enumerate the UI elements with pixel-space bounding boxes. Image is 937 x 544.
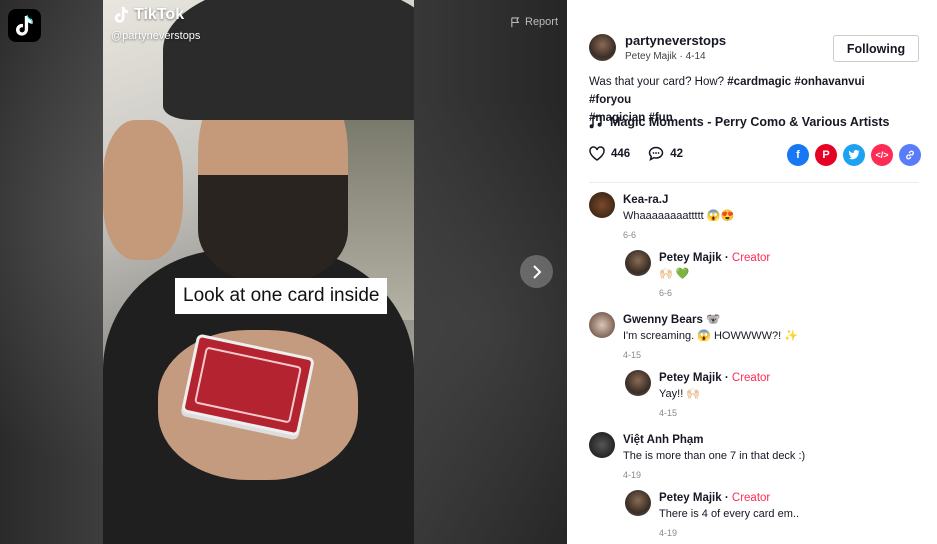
twitter-share-button[interactable]: [843, 144, 865, 166]
embed-share-button[interactable]: </>: [871, 144, 893, 166]
report-label: Report: [525, 16, 559, 28]
video-stage: TikTok @partyneverstops Look at one card…: [0, 0, 567, 544]
comment-text: Whaaaaaaaattttt 😱😍: [623, 210, 735, 222]
like-count: 446: [611, 147, 631, 160]
tiktok-note-icon: [114, 7, 129, 23]
comment-text: The is more than one 7 in that deck :): [623, 450, 806, 462]
music-title: Magic Moments - Perry Como & Various Art…: [610, 115, 890, 129]
tiktok-watermark: TikTok: [114, 6, 184, 24]
share-buttons: f P </>: [787, 144, 921, 166]
section-divider: [589, 182, 919, 183]
comments-list: Kea-ra.J Whaaaaaaaattttt 😱😍 6-6 Petey Ma…: [589, 192, 919, 540]
reply-date: 4-19: [659, 528, 678, 538]
pinterest-share-button[interactable]: P: [815, 144, 837, 166]
commenter-avatar[interactable]: [589, 312, 615, 338]
commenter-avatar[interactable]: [589, 432, 615, 458]
flag-icon: [511, 16, 520, 27]
comment-icon: [648, 146, 664, 161]
description-text: Was that your card? How?: [589, 76, 728, 88]
commenter-name[interactable]: Gwenny Bears 🐨: [623, 312, 798, 328]
details-panel: partyneverstops Petey Majik · 4-14 Follo…: [567, 0, 937, 544]
creator-badge: Creator: [731, 372, 771, 384]
video-person-hand-raised: [103, 120, 183, 260]
comment-button[interactable]: 42: [648, 146, 683, 161]
pinterest-icon: P: [822, 149, 830, 161]
watermark-brand: TikTok: [134, 6, 185, 23]
reply-author: Petey Majik · Creator: [659, 492, 771, 504]
creator-avatar[interactable]: [625, 370, 651, 396]
comment-date: 4-19: [623, 470, 642, 480]
following-button[interactable]: Following: [833, 35, 919, 62]
reply-author: Petey Majik · Creator: [659, 252, 771, 264]
comment-reply: Petey Majik · Creator There is 4 of ever…: [625, 490, 919, 540]
hashtag-link[interactable]: #cardmagic: [727, 76, 791, 88]
comment-reply: Petey Majik · Creator Yay!! 🙌🏻 4-15: [625, 370, 919, 420]
creator-avatar[interactable]: [625, 250, 651, 276]
commenter-name[interactable]: Kea-ra.J: [623, 192, 734, 208]
author-username[interactable]: partyneverstops: [625, 33, 726, 48]
comment-item: Gwenny Bears 🐨 I'm screaming. 😱 HOWWWW?!…: [589, 312, 919, 362]
music-link[interactable]: Magic Moments - Perry Como & Various Art…: [589, 115, 889, 129]
comment-text: I'm screaming. 😱 HOWWWW?! ✨: [623, 330, 798, 342]
report-button[interactable]: Report: [510, 16, 558, 28]
tiktok-logo-icon[interactable]: [8, 9, 41, 42]
creator-avatar[interactable]: [625, 490, 651, 516]
video-person-hat: [163, 0, 414, 120]
reply-date: 6-6: [659, 288, 673, 298]
like-button[interactable]: 446: [589, 146, 630, 161]
twitter-icon: [848, 150, 860, 160]
reply-author: Petey Majik · Creator: [659, 372, 771, 384]
video-caption: Look at one card inside: [175, 278, 388, 314]
reply-author-name[interactable]: Petey Majik: [659, 372, 722, 384]
creator-badge: Creator: [731, 252, 771, 264]
reply-author-name[interactable]: Petey Majik: [659, 252, 722, 264]
link-icon: [906, 150, 914, 160]
heart-icon: [589, 146, 605, 161]
reply-author-name[interactable]: Petey Majik: [659, 492, 722, 504]
facebook-share-button[interactable]: f: [787, 144, 809, 166]
video-player[interactable]: [103, 0, 414, 544]
video-person-beard: [198, 175, 348, 285]
comment-item: Kea-ra.J Whaaaaaaaattttt 😱😍 6-6: [589, 192, 919, 242]
next-video-button[interactable]: [520, 255, 553, 288]
chevron-right-icon: [532, 264, 541, 279]
copy-link-button[interactable]: [899, 144, 921, 166]
engagement-stats: 446 42: [589, 146, 693, 161]
embed-icon: </>: [875, 150, 889, 160]
commenter-name[interactable]: Việt Anh Phạm: [623, 432, 805, 448]
hashtag-link[interactable]: #foryou: [589, 94, 631, 106]
comment-date: 4-15: [623, 350, 642, 360]
comment-item: Việt Anh Phạm The is more than one 7 in …: [589, 432, 919, 482]
author-avatar[interactable]: [589, 34, 616, 61]
hashtag-link[interactable]: #onhavanvui: [794, 76, 864, 88]
comment-date: 6-6: [623, 230, 637, 240]
reply-text: 🙌🏻 💚: [659, 268, 690, 280]
author-header[interactable]: partyneverstops Petey Majik · 4-14: [589, 33, 726, 62]
reply-text: There is 4 of every card em..: [659, 508, 799, 520]
watermark-handle: @partyneverstops: [111, 30, 201, 42]
comment-count: 42: [670, 147, 683, 160]
music-note-icon: [589, 115, 602, 129]
author-subtitle: Petey Majik · 4-14: [625, 51, 706, 62]
creator-badge: Creator: [731, 492, 771, 504]
commenter-avatar[interactable]: [589, 192, 615, 218]
facebook-icon: f: [796, 149, 800, 161]
reply-date: 4-15: [659, 408, 678, 418]
comment-reply: Petey Majik · Creator 🙌🏻 💚 6-6: [625, 250, 919, 300]
reply-text: Yay!! 🙌🏻: [659, 388, 701, 400]
